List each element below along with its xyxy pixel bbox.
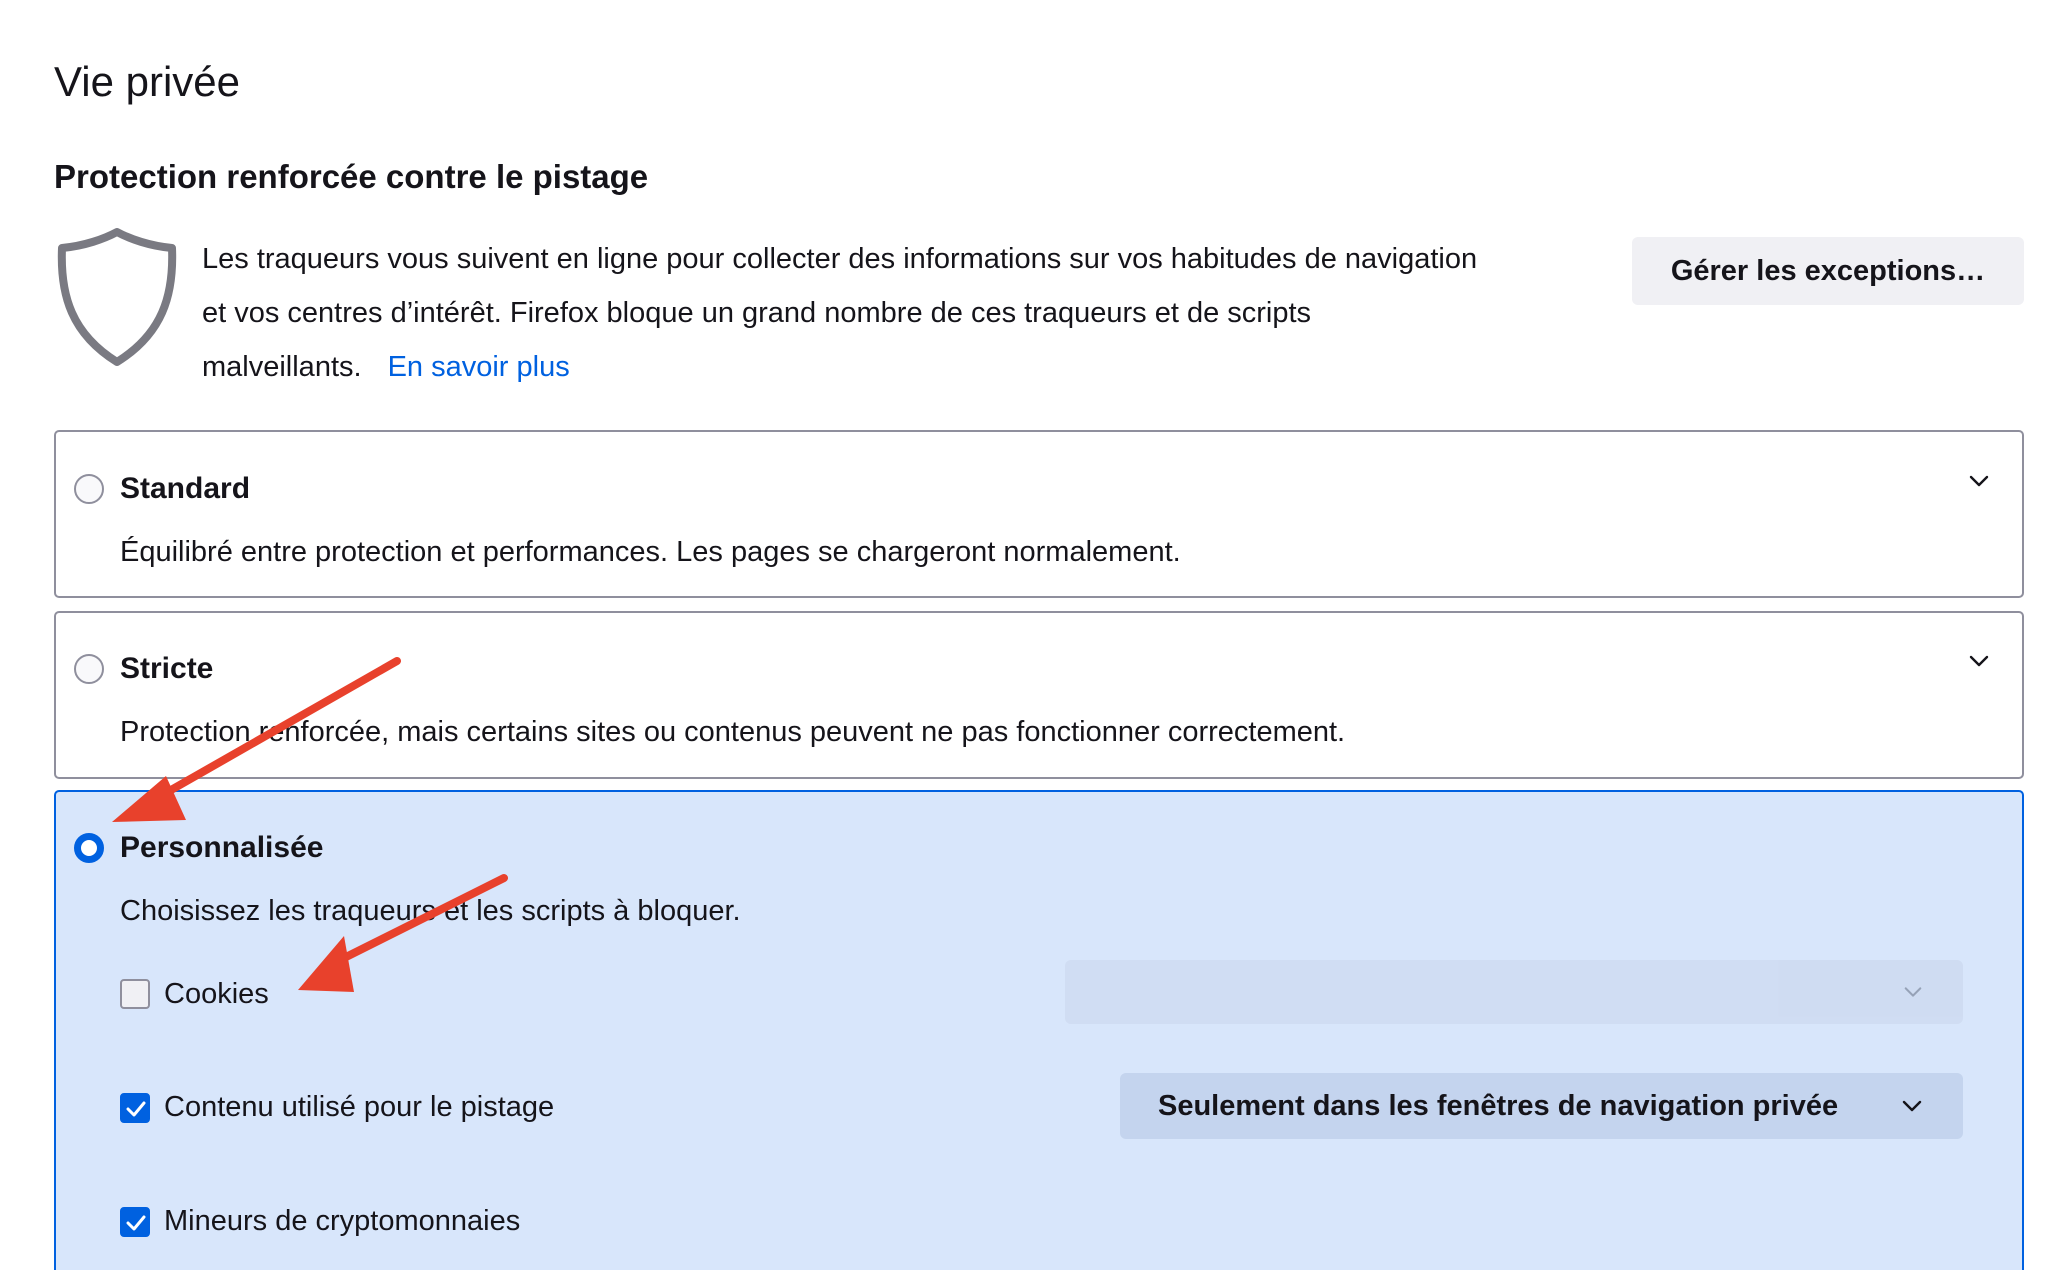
tracking-content-checkbox[interactable] (120, 1093, 150, 1123)
radio-strict[interactable] (74, 654, 104, 684)
option-strict-label: Stricte (120, 652, 214, 685)
radio-custom[interactable] (74, 833, 104, 863)
check-icon (126, 1215, 146, 1231)
cryptominers-label: Mineurs de cryptomonnaies (164, 1205, 521, 1237)
section-heading: Protection renforcée contre le pistage (54, 158, 649, 195)
tracking-content-select[interactable]: Seulement dans les fenêtres de navigatio… (1120, 1073, 1963, 1139)
page-title: Vie privée (54, 58, 241, 105)
description-line-1: Les traqueurs vous suivent en ligne pour… (202, 243, 1478, 275)
option-standard-description: Équilibré entre protection et performanc… (120, 536, 1181, 568)
shield-icon (54, 226, 180, 368)
option-strict-description: Protection renforcée, mais certains site… (120, 716, 1346, 748)
option-custom-description: Choisissez les traqueurs et les scripts … (120, 895, 741, 927)
chevron-down-icon[interactable] (1968, 470, 1990, 492)
privacy-settings-page: Vie privée Protection renforcée contre l… (0, 0, 2046, 1270)
cryptominers-checkbox[interactable] (120, 1207, 150, 1237)
learn-more-link[interactable]: En savoir plus (388, 351, 570, 383)
chevron-down-icon (1902, 1100, 1922, 1112)
cookies-checkbox[interactable] (120, 979, 150, 1009)
option-custom-card[interactable]: Personnalisée Choisissez les traqueurs e… (54, 790, 2024, 1270)
tracking-description: Les traqueurs vous suivent en ligne pour… (202, 232, 1612, 394)
tracking-content-select-value: Seulement dans les fenêtres de navigatio… (1158, 1089, 1839, 1122)
tracking-content-label: Contenu utilisé pour le pistage (164, 1091, 555, 1123)
description-line-2: et vos centres d’intérêt. Firefox bloque… (202, 297, 1312, 329)
description-line-3: malveillants. En savoir plus (202, 340, 1612, 394)
option-standard-card[interactable]: Standard Équilibré entre protection et p… (54, 430, 2024, 598)
cookies-select (1065, 960, 1963, 1024)
option-standard-label: Standard (120, 472, 251, 505)
chevron-down-icon (1904, 987, 1922, 997)
option-strict-card[interactable]: Stricte Protection renforcée, mais certa… (54, 611, 2024, 779)
description-line-3-text: malveillants. (202, 351, 362, 383)
manage-exceptions-button[interactable]: Gérer les exceptions… (1632, 237, 2024, 305)
chevron-down-icon[interactable] (1968, 650, 1990, 672)
option-custom-label: Personnalisée (120, 831, 324, 864)
check-icon (126, 1101, 146, 1117)
cookies-label: Cookies (164, 978, 269, 1010)
radio-standard[interactable] (74, 474, 104, 504)
